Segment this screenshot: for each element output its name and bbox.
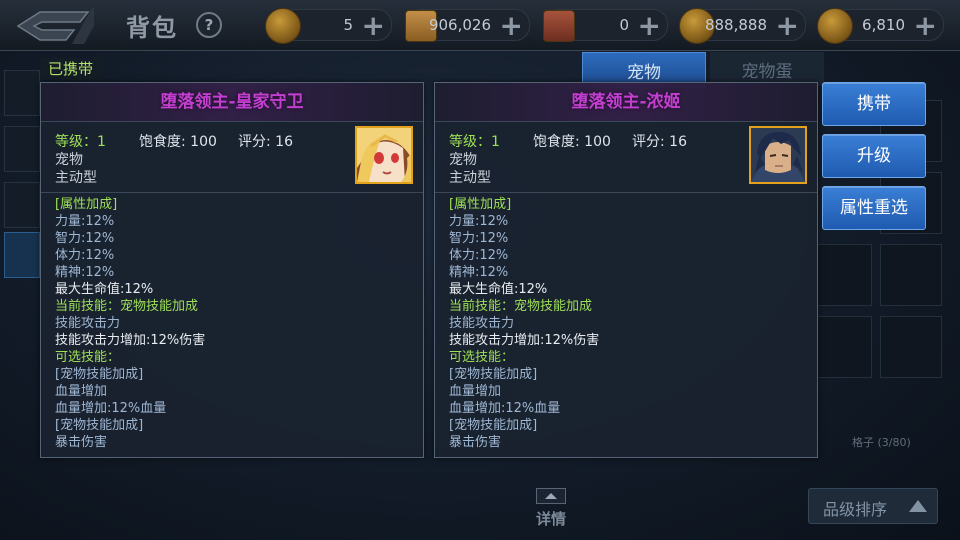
pet-portrait [749, 126, 807, 184]
pet-attribute-line: 最大生命值:12% [449, 282, 548, 297]
pet-satiety: 饱食度: 100 [139, 134, 217, 150]
detail-label: 详情 [535, 510, 566, 528]
add-coin-button[interactable]: + [362, 9, 385, 42]
pet-attribute-line: 智力:12% [55, 231, 115, 246]
sort-label: 品级排序 [823, 500, 888, 519]
pet-attribute-line: 体力:12% [55, 248, 115, 263]
pet-level: 等级：1 [55, 134, 106, 150]
currency-coin: 5 + [265, 8, 392, 44]
inventory-slot[interactable] [810, 316, 872, 378]
pet-card-carried: 堕落领主-皇家守卫 等级：1 饱食度: 100 评分: 16 宠物 主动型 [属… [40, 82, 424, 458]
pet-name: 堕落领主-皇家守卫 [41, 83, 423, 122]
pet-attribute-line: 智力:12% [449, 231, 509, 246]
pet-level: 等级：1 [449, 134, 500, 150]
pet-attribute-line: [属性加成] [449, 197, 512, 212]
pet-attribute-line: 技能攻击力 [55, 316, 121, 331]
pet-attribute-line: [宠物技能加成] [55, 367, 144, 382]
currency-gem: 6,810 + [817, 8, 944, 44]
gem-coin-icon [817, 8, 853, 44]
pet-type: 宠物 [449, 152, 477, 168]
carried-label: 已携带 [40, 58, 104, 80]
pet-attribute-line: 当前技能：宠物技能加成 [55, 299, 199, 314]
lock-scroll-icon [543, 10, 575, 42]
pet-portrait [355, 126, 413, 184]
left-slot[interactable] [4, 126, 40, 172]
pet-satiety: 饱食度: 100 [533, 134, 611, 150]
pet-attribute-line: [宠物技能加成] [449, 367, 538, 382]
pet-score: 评分: 16 [632, 134, 687, 150]
currency-scroll: 906,026 + [405, 9, 530, 42]
pet-attribute-line: [属性加成] [55, 197, 118, 212]
pet-attribute-line: 最大生命值:12% [55, 282, 154, 297]
pet-attribute-line: 体力:12% [449, 248, 509, 263]
pet-name: 堕落领主-浓姬 [435, 83, 817, 122]
pet-attribute-line: [宠物技能加成] [55, 418, 144, 433]
pet-role: 主动型 [55, 170, 97, 186]
chevron-up-icon [536, 488, 566, 504]
pet-attribute-line: 暴击伤害 [449, 435, 502, 450]
inventory-capacity: 格子 (3/80) [852, 436, 911, 449]
pet-attribute-list: [属性加成] 力量:12% 智力:12% 体力:12% 精神:12% 最大生命值:12% 当… [41, 193, 423, 451]
currency-value: 906,026 [428, 16, 491, 34]
pet-attribute-line: [宠物技能加成] [449, 418, 538, 433]
top-bar: 背包 ? 5 + 906,026 + 0 + 888,888 + 6,810 + [0, 0, 960, 51]
carry-button[interactable]: 携带 [822, 82, 926, 126]
reroll-attributes-button[interactable]: 属性重选 [822, 186, 926, 230]
currency-value: 888,888 [704, 16, 767, 34]
pet-attribute-line: 暴击伤害 [55, 435, 108, 450]
pet-attribute-line: 技能攻击力 [449, 316, 515, 331]
add-lock-scroll-button[interactable]: + [638, 9, 661, 42]
pet-attribute-line: 血量增加:12%血量 [55, 401, 167, 416]
left-slot[interactable] [4, 182, 40, 228]
currency-value: 5 [343, 16, 353, 34]
currency-lock-scroll: 0 + [543, 9, 668, 42]
pet-attribute-line: 血量增加 [55, 384, 108, 399]
inventory-slot[interactable] [880, 244, 942, 306]
pet-attribute-line: 血量增加 [449, 384, 502, 399]
pet-score: 评分: 16 [238, 134, 293, 150]
pet-attribute-line: 血量增加:12%血量 [449, 401, 561, 416]
pet-attribute-list: [属性加成] 力量:12% 智力:12% 体力:12% 精神:12% 最大生命值:12% 当… [435, 193, 817, 451]
pet-type: 宠物 [55, 152, 83, 168]
tab-pet-egg[interactable]: 宠物蛋 [710, 52, 824, 86]
left-slot-selected[interactable] [4, 232, 40, 278]
pet-attribute-line: 技能攻击力增加:12%伤害 [55, 333, 206, 348]
dark-haired-warrior-portrait-icon [751, 128, 805, 182]
coin-icon [265, 8, 301, 44]
add-gem-button[interactable]: + [914, 9, 937, 42]
pet-attribute-line: 精神:12% [449, 265, 509, 280]
blonde-girl-portrait-icon [357, 128, 411, 182]
pet-role: 主动型 [449, 170, 491, 186]
pet-attribute-line: 力量:12% [55, 214, 115, 229]
back-arrow-icon[interactable] [14, 8, 94, 44]
pet-attribute-line: 力量:12% [449, 214, 509, 229]
inventory-slot[interactable] [880, 316, 942, 378]
detail-button[interactable]: 详情 [532, 488, 570, 532]
pet-attribute-line: 可选技能： [449, 350, 515, 365]
currency-gold: 888,888 + [679, 8, 806, 44]
add-gold-button[interactable]: + [776, 9, 799, 42]
left-slot[interactable] [4, 70, 40, 116]
currency-value: 0 [619, 16, 629, 34]
help-button[interactable]: ? [196, 12, 222, 38]
pet-attribute-line: 可选技能： [55, 350, 121, 365]
pet-attribute-line: 当前技能：宠物技能加成 [449, 299, 593, 314]
currency-value: 6,810 [862, 16, 905, 34]
add-scroll-button[interactable]: + [500, 9, 523, 42]
pet-info: 等级：1 饱食度: 100 评分: 16 宠物 主动型 [435, 122, 817, 193]
pet-card-selected: 堕落领主-浓姬 等级：1 饱食度: 100 评分: 16 宠物 主动型 [属性加… [434, 82, 818, 458]
pet-attribute-line: 精神:12% [55, 265, 115, 280]
upgrade-button[interactable]: 升级 [822, 134, 926, 178]
triangle-up-icon [909, 500, 927, 512]
pet-attribute-line: 技能攻击力增加:12%伤害 [449, 333, 600, 348]
sort-by-grade-button[interactable]: 品级排序 [808, 488, 938, 524]
pet-info: 等级：1 饱食度: 100 评分: 16 宠物 主动型 [41, 122, 423, 193]
inventory-slot[interactable] [810, 244, 872, 306]
page-title: 背包 [126, 14, 178, 42]
